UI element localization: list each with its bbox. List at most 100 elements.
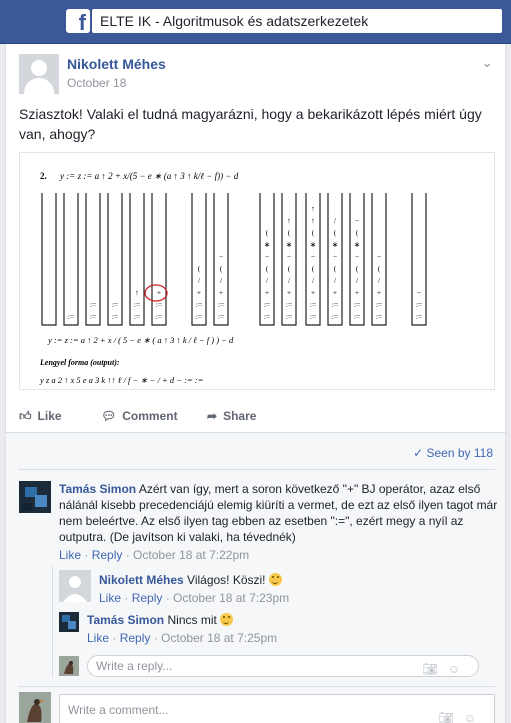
stack-symbol: := (286, 300, 292, 309)
current-user-avatar (59, 656, 79, 676)
reply-input[interactable]: Write a reply... 📷︎☺ (87, 655, 479, 677)
comment-time[interactable]: October 18 at 7:25pm (161, 631, 277, 645)
stack-symbol: ↑ (311, 204, 315, 213)
comment-text: Nincs mit (167, 613, 217, 627)
post-image[interactable]: 2. y := z := a ↑ 2 + x/(5 − e ∗ (a ↑ 3 ↑… (19, 152, 495, 390)
stack-symbol: / (220, 276, 223, 285)
stack-symbol: := (354, 300, 360, 309)
comment-body: Tamás Simon Azért van így, mert a soron … (59, 481, 499, 545)
like-button[interactable]: 👍︎ Like (19, 409, 62, 424)
stack-symbol: := (196, 312, 202, 321)
comment-like-link[interactable]: Like (87, 631, 109, 645)
stack-symbol: := (68, 312, 74, 321)
stack-symbol: / (356, 276, 359, 285)
stack-symbol: + (157, 288, 161, 297)
stack-symbol: := (310, 300, 316, 309)
commenter-avatar[interactable] (59, 612, 79, 632)
stack-symbol: − (219, 252, 223, 261)
smiley-icon (268, 573, 282, 586)
stack-symbol: := (196, 300, 202, 309)
comment-button[interactable]: 💬︎ Comment (101, 409, 178, 423)
reply-placeholder: Write a reply... (96, 659, 173, 673)
stack-symbol: / (266, 276, 269, 285)
chevron-down-icon[interactable]: ⌄ (481, 54, 493, 71)
stack-symbol: ∗ (310, 240, 316, 249)
comment-like-link[interactable]: Like (99, 591, 121, 605)
comment-input[interactable]: Write a comment... 📷︎☺ (59, 694, 495, 723)
stack-symbol: ( (334, 228, 337, 237)
share-button[interactable]: ➦ Share (207, 409, 256, 423)
comment-author[interactable]: Tamás Simon (59, 482, 136, 496)
stack-symbol: := (156, 312, 162, 321)
divider (18, 469, 495, 470)
commenter-avatar[interactable] (19, 481, 51, 513)
camera-icon[interactable]: 📷︎ (439, 711, 464, 723)
comment-author[interactable]: Nikolett Méhes (99, 573, 184, 587)
comment-meta: Like · Reply · October 18 at 7:22pm (59, 548, 250, 562)
current-user-avatar (19, 692, 51, 723)
share-icon: ➦ (207, 409, 218, 423)
post-date[interactable]: October 18 (67, 76, 126, 90)
stack-symbol: ∗ (354, 240, 360, 249)
stack-symbol: ( (378, 264, 381, 273)
stack-symbol: − (355, 252, 359, 261)
stack-symbol: := (354, 312, 360, 321)
stack-symbol: := (332, 300, 338, 309)
comment-time[interactable]: October 18 at 7:23pm (173, 591, 289, 605)
comment-time[interactable]: October 18 at 7:22pm (133, 548, 249, 562)
smiley-icon[interactable]: ☺ (464, 711, 486, 723)
stack-symbol: ∗ (286, 240, 292, 249)
comment-body: Nikolett Méhes Világos! Köszi! (99, 572, 495, 588)
comment-reply-link[interactable]: Reply (120, 631, 151, 645)
stack-symbol: ( (198, 264, 201, 273)
stack-symbol: := (264, 312, 270, 321)
facebook-logo-icon[interactable]: f (66, 9, 90, 33)
stack-symbol: − (287, 252, 291, 261)
divider (18, 686, 495, 687)
reply-thread-line (52, 606, 53, 678)
comment-like-link[interactable]: Like (59, 548, 81, 562)
comment-reply-link[interactable]: Reply (92, 548, 123, 562)
stack-symbol: + (287, 288, 291, 297)
comment-body: Tamás Simon Nincs mit (87, 612, 487, 628)
comment-author[interactable]: Tamás Simon (87, 613, 164, 627)
stack-symbol: := (416, 312, 422, 321)
stack-symbol: ( (356, 264, 359, 273)
stack-symbol: ∗ (264, 240, 270, 249)
comment-reply-link[interactable]: Reply (132, 591, 163, 605)
post-text: Sziasztok! Valaki el tudná magyarázni, h… (19, 106, 482, 142)
stack-symbol: ∗ (332, 240, 338, 249)
stack-symbol: ↑ (287, 216, 291, 225)
group-title[interactable]: ELTE IK - Algoritmusok és adatszerkezete… (92, 9, 502, 33)
smiley-icon[interactable]: ☺ (448, 662, 470, 676)
stack-column (41, 193, 57, 326)
stack-symbol: + (355, 288, 359, 297)
stack-symbol: ↑ (135, 288, 139, 297)
seen-by[interactable]: ✓ Seen by 118 (413, 446, 493, 460)
stack-symbol: := (112, 312, 118, 321)
commenter-avatar[interactable] (59, 570, 91, 602)
stack-symbol: − (355, 216, 359, 225)
post-author[interactable]: Nikolett Méhes (67, 56, 166, 72)
stack-symbol: := (310, 312, 316, 321)
like-icon: 👍︎ (19, 409, 32, 423)
stack-symbol: − (377, 252, 381, 261)
author-avatar[interactable] (19, 54, 59, 94)
stack-symbol: − (333, 252, 337, 261)
stack-symbol: ( (266, 264, 269, 273)
exercise-number: 2. (40, 171, 47, 181)
comment-placeholder: Write a comment... (68, 703, 169, 717)
output-sequence: y z a 2 ↑ x 5 e a 3 k ↑↑ ℓ / f − ∗ − / +… (39, 375, 203, 385)
stack-symbol: / (288, 276, 291, 285)
stack-symbol: + (265, 288, 269, 297)
stack-symbol: − (265, 252, 269, 261)
shunting-yard-diagram: 2. y := z := a ↑ 2 + x/(5 − e ∗ (a ↑ 3 ↑… (39, 171, 427, 385)
stack-symbol: := (264, 300, 270, 309)
stack-symbol: − (311, 252, 315, 261)
stack-symbol: + (333, 288, 337, 297)
stack-symbol: := (90, 312, 96, 321)
stack-symbol: + (219, 288, 223, 297)
stack-symbol: ↑ (311, 216, 315, 225)
camera-icon[interactable]: 📷︎ (423, 662, 448, 676)
stack-symbol: := (134, 312, 140, 321)
